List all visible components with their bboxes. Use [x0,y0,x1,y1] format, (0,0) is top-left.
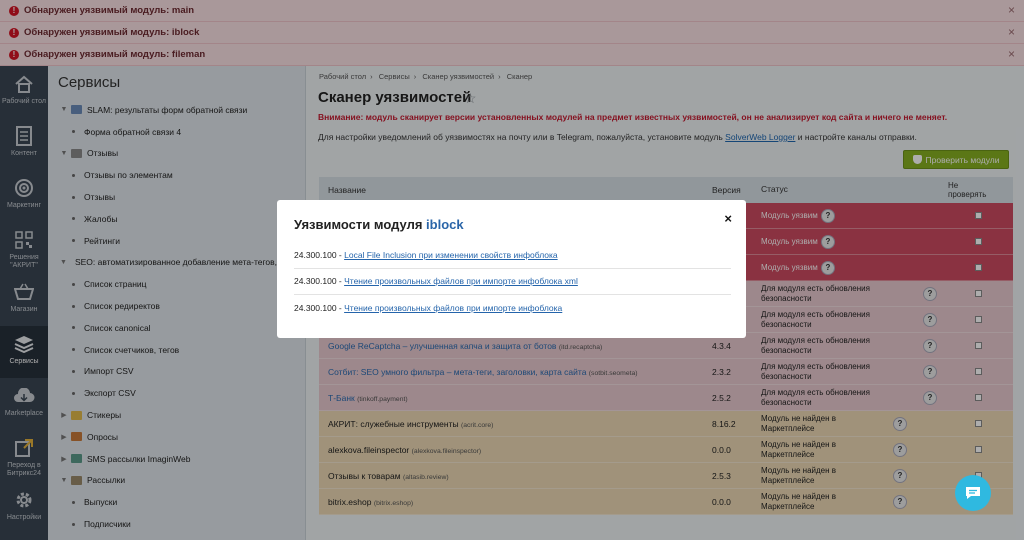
close-button[interactable]: × [724,211,732,226]
dialog-title-text: Уязвимости модуля [294,217,427,232]
separator: - [336,249,345,260]
dialog-title: Уязвимости модуля iblock [294,217,464,232]
dialog-module-name: iblock [426,217,464,232]
vulnerability-list: 24.300.100 - Local File Inclusion при из… [294,242,731,322]
vulnerability-link[interactable]: Local File Inclusion при изменении свойс… [344,250,558,260]
vulnerability-version: 24.300.100 [294,276,337,287]
vulnerability-item: 24.300.100 - Local File Inclusion при из… [294,242,731,269]
vulnerability-link[interactable]: Чтение произвольных файлов при импорте и… [344,303,562,313]
vulnerability-link[interactable]: Чтение произвольных файлов при импорте и… [344,276,578,286]
chat-icon [966,487,980,499]
separator: - [336,276,345,287]
vulnerability-item: 24.300.100 - Чтение произвольных файлов … [294,269,731,295]
separator: - [336,303,345,314]
vulnerability-version: 24.300.100 [294,249,337,260]
vulnerability-item: 24.300.100 - Чтение произвольных файлов … [294,295,731,322]
vulnerability-version: 24.300.100 [294,303,337,314]
chat-button[interactable] [955,475,991,511]
vulnerabilities-dialog: Уязвимости модуля iblock × 24.300.100 - … [277,200,746,338]
